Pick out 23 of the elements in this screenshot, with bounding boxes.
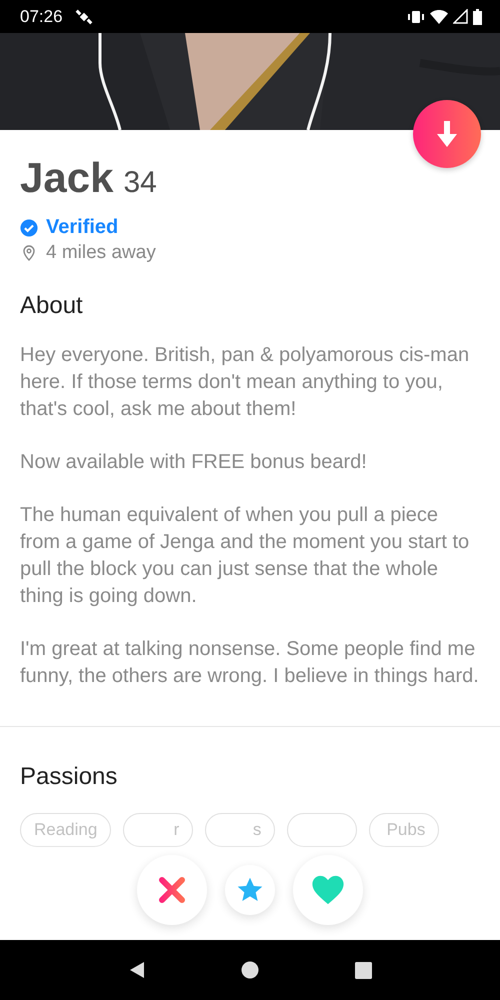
about-heading: About	[20, 292, 84, 320]
clock-time: 07:26	[20, 6, 63, 26]
about-paragraph: I'm great at talking nonsense. Some people find me funny, the others are wrong. I believe in things hard.	[20, 637, 480, 689]
verified-label: Verified	[46, 216, 118, 239]
recents-icon[interactable]	[355, 962, 372, 978]
vibrate-icon	[407, 10, 425, 24]
heart-icon	[311, 874, 345, 906]
profile-age: 34	[123, 166, 157, 200]
collapse-button[interactable]	[413, 100, 481, 168]
battery-icon	[473, 8, 482, 24]
passions-heading: Passions	[20, 763, 118, 791]
distance-text: 4 miles away	[46, 242, 156, 264]
about-paragraph: Hey everyone. British, pan & polyamorous cis-man here. If those terms don't mean anything to you, that's cool, ask me about them!	[20, 343, 470, 422]
back-icon[interactable]	[128, 961, 146, 979]
about-paragraph: The human equivalent of when you pull a piece from a game of Jenga and the moment you start to pull the block you can just sense that the whole thing is going down.	[20, 503, 470, 609]
wifi-icon	[430, 10, 448, 24]
satellite-icon	[74, 8, 93, 26]
arrow-down-icon	[435, 121, 459, 147]
home-icon[interactable]	[241, 961, 260, 979]
about-paragraph: Now available with FREE bonus beard!	[20, 450, 368, 475]
signal-icon	[453, 9, 468, 24]
profile-name: Jack	[20, 154, 114, 202]
close-icon	[157, 875, 187, 905]
